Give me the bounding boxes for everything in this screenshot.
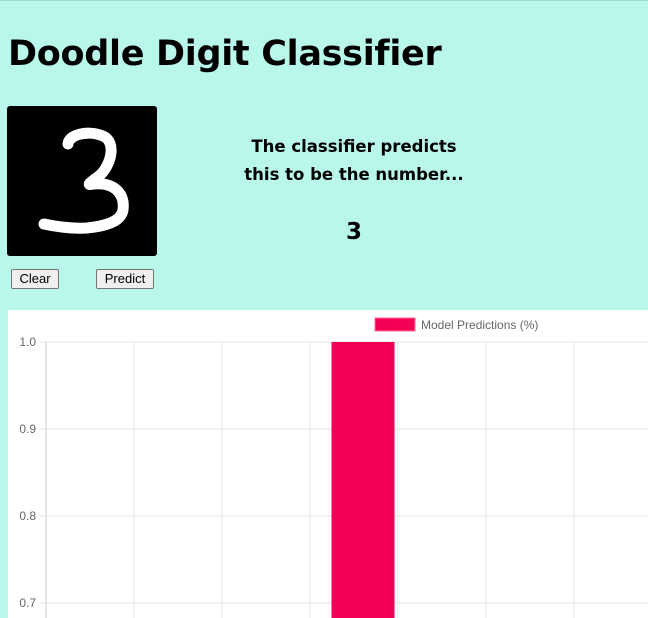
legend-swatch[interactable]: [374, 317, 416, 332]
page-title: Doodle Digit Classifier: [8, 34, 442, 74]
top-border: [0, 0, 648, 1]
predictions-chart: 1.0 0.9 0.8 0.7 Model Predictions (%): [8, 310, 648, 618]
y-tick-label: 0.9: [19, 422, 36, 436]
drawing-canvas[interactable]: [7, 106, 157, 256]
result-caption: The classifier predicts this to be the n…: [204, 133, 504, 189]
predicted-number: 3: [345, 219, 362, 245]
clear-button[interactable]: Clear: [11, 269, 59, 289]
predict-button[interactable]: Predict: [96, 269, 154, 289]
y-tick-label: 1.0: [19, 335, 36, 349]
predictions-chart-svg: 1.0 0.9 0.8 0.7 Model Predictions (%): [19, 317, 648, 618]
result-caption-line-2: this to be the number...: [244, 165, 464, 184]
y-tick-label: 0.8: [19, 509, 36, 523]
drawn-digit-stroke: [38, 127, 129, 234]
legend-label: Model Predictions (%): [421, 318, 538, 332]
y-tick-label: 0.7: [19, 596, 36, 610]
result-caption-line-1: The classifier predicts: [251, 137, 457, 156]
bar-digit-3[interactable]: [331, 342, 395, 618]
